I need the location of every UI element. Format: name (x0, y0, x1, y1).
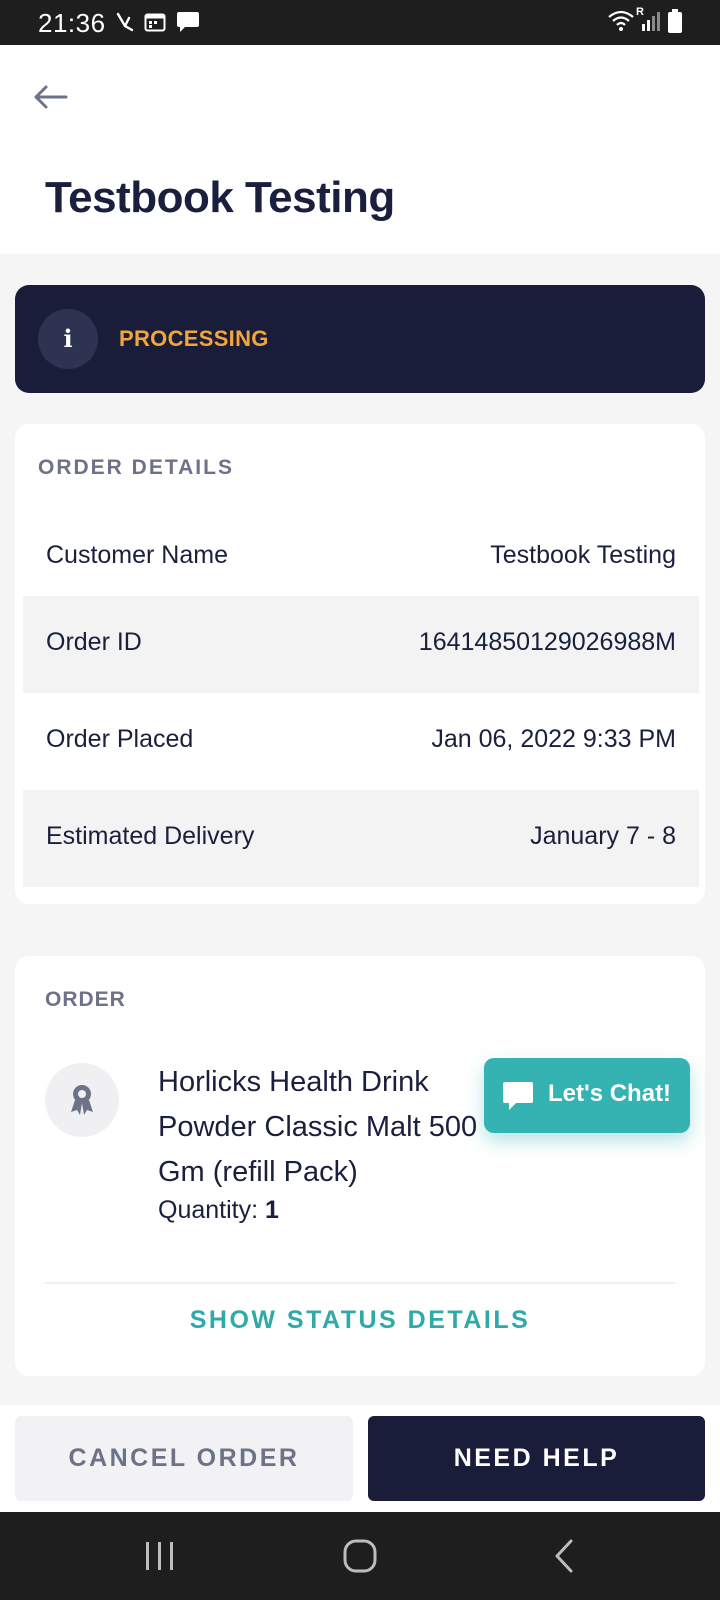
system-nav-bar (0, 1512, 720, 1600)
product-quantity: Quantity: 1 (158, 1196, 279, 1225)
detail-row-estimated-delivery: Estimated Delivery January 7 - 8 (23, 790, 699, 887)
product-name: Horlicks Health Drink Powder Classic Mal… (158, 1066, 478, 1188)
recent-apps-button[interactable] (100, 1512, 220, 1600)
signal-icon (640, 10, 662, 32)
quantity-label: Quantity: (158, 1196, 259, 1224)
lets-chat-label: Let's Chat! (548, 1080, 672, 1107)
order-heading: ORDER (45, 988, 126, 1011)
quantity-value: 1 (265, 1196, 279, 1224)
detail-label: Order ID (46, 628, 142, 656)
divider (45, 1282, 675, 1284)
detail-value: 16414850129026988M (418, 628, 676, 656)
detail-row-customer-name: Customer Name Testbook Testing (23, 509, 699, 606)
page-title: Testbook Testing (45, 173, 395, 222)
detail-value: Testbook Testing (490, 541, 676, 569)
detail-value: Jan 06, 2022 9:33 PM (431, 725, 676, 753)
arrow-left-icon (28, 85, 72, 123)
need-help-button[interactable]: NEED HELP (368, 1416, 705, 1501)
detail-label: Customer Name (46, 541, 228, 569)
order-status-banner: i PROCESSING (15, 285, 705, 393)
lets-chat-button[interactable]: Let's Chat! (484, 1058, 690, 1133)
bottom-action-bar: CANCEL ORDER NEED HELP (0, 1405, 720, 1512)
status-time: 21:36 (38, 8, 106, 38)
battery-icon (668, 9, 682, 33)
missed-call-icon (116, 12, 134, 34)
info-icon: i (38, 309, 98, 369)
calendar-icon (144, 12, 166, 32)
order-card: ORDER Horlicks Health Drink Powder Class… (15, 956, 705, 1376)
detail-label: Estimated Delivery (46, 822, 255, 850)
show-status-details-button[interactable]: SHOW STATUS DETAILS (15, 1306, 705, 1335)
detail-value: January 7 - 8 (530, 822, 676, 850)
product-thumbnail (45, 1063, 119, 1137)
app-header: Testbook Testing (0, 45, 720, 254)
order-status-text: PROCESSING (119, 326, 269, 351)
back-button[interactable] (28, 75, 72, 119)
order-details-heading: ORDER DETAILS (38, 456, 234, 479)
detail-row-order-placed: Order Placed Jan 06, 2022 9:33 PM (23, 693, 699, 790)
order-details-card: ORDER DETAILS Customer Name Testbook Tes… (15, 424, 705, 904)
nav-back-button[interactable] (504, 1512, 624, 1600)
message-icon (176, 11, 200, 33)
status-bar: 21:36 R (0, 0, 720, 45)
detail-label: Order Placed (46, 725, 194, 753)
home-button[interactable] (300, 1512, 420, 1600)
detail-row-order-id: Order ID 16414850129026988M (23, 596, 699, 693)
cancel-order-button[interactable]: CANCEL ORDER (15, 1416, 353, 1501)
wifi-icon (608, 10, 634, 32)
